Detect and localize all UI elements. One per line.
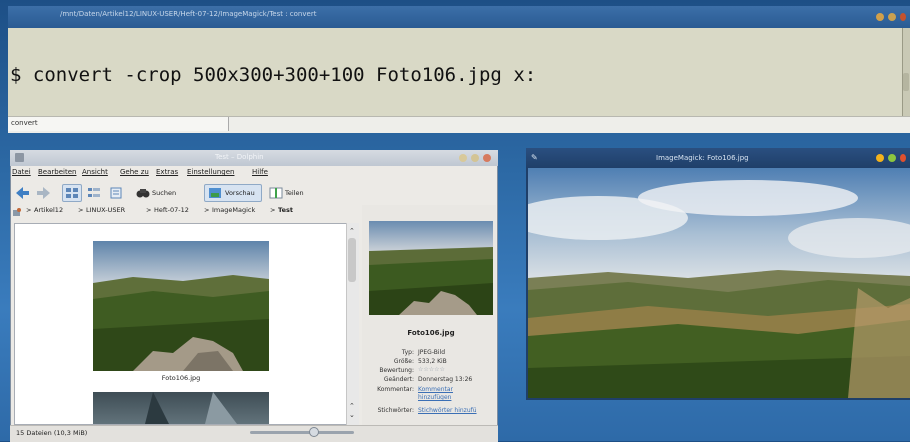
menu-gehe-zu[interactable]: Gehe zu: [120, 168, 149, 176]
info-file-name: Foto106.jpg: [407, 329, 455, 337]
scroll-up-small-arrow-icon[interactable]: ⌃: [349, 402, 355, 410]
imagemagick-close-button[interactable]: [900, 154, 906, 162]
search-label: Suchen: [152, 189, 177, 197]
dolphin-minimize-button[interactable]: [459, 154, 467, 162]
info-rating-label: Bewertung:: [379, 367, 414, 374]
back-arrow-icon: [16, 187, 29, 199]
close-button[interactable]: [900, 13, 906, 21]
file-view[interactable]: Foto106.jpg: [14, 223, 359, 425]
file-view-scrollbar-thumb[interactable]: [348, 238, 356, 282]
landscape-preview: [369, 221, 493, 315]
split-button[interactable]: Teilen: [266, 184, 312, 202]
split-icon: [269, 187, 283, 199]
terminal-tab-label: convert: [11, 119, 38, 127]
info-comment-label: Kommentar:: [377, 386, 414, 393]
info-type-value: JPEG-Bild: [418, 349, 446, 356]
rating-stars[interactable]: ☆☆☆☆☆: [418, 366, 445, 373]
terminal-tab[interactable]: [8, 117, 229, 131]
back-button[interactable]: [12, 184, 32, 202]
imagemagick-app-icon[interactable]: ✎: [531, 153, 538, 162]
status-text: 15 Dateien (10,3 MiB): [16, 429, 88, 437]
info-size-value: 533,2 KiB: [418, 358, 447, 365]
binoculars-icon: [136, 189, 150, 198]
info-size-label: Größe:: [393, 358, 414, 365]
konsole-window-title: /mnt/Daten/Artikel12/LINUX-USER/Heft-07-…: [60, 10, 317, 18]
preview-button[interactable]: Vorschau: [204, 184, 262, 202]
dolphin-maximize-button[interactable]: [471, 154, 479, 162]
forward-arrow-icon: [37, 187, 50, 199]
imagemagick-minimize-button[interactable]: [876, 154, 884, 162]
preview-label: Vorschau: [225, 189, 255, 197]
minimize-button[interactable]: [876, 13, 884, 21]
breadcrumb-imagemagick[interactable]: ImageMagick: [212, 206, 255, 214]
file-thumbnail[interactable]: [93, 241, 269, 371]
icons-view-icon: [66, 188, 78, 198]
menu-bearbeiten[interactable]: Bearbeiten: [38, 168, 76, 176]
forward-button[interactable]: [34, 184, 54, 202]
terminal-scrollbar[interactable]: [902, 28, 910, 116]
file-thumbnail-2[interactable]: [93, 392, 269, 424]
preview-icon: [209, 188, 221, 198]
breadcrumb-heft[interactable]: Heft-07-12: [154, 206, 189, 214]
icons-view-button[interactable]: [62, 184, 82, 202]
scroll-down-arrow-icon[interactable]: ⌄: [349, 411, 355, 419]
cropped-photo-display[interactable]: [528, 168, 910, 398]
menu-ansicht[interactable]: Ansicht: [82, 168, 108, 176]
add-tags-link[interactable]: Stichwörter hinzufü: [418, 407, 477, 414]
menu-extras[interactable]: Extras: [156, 168, 178, 176]
split-label: Teilen: [285, 189, 304, 197]
add-comment-link[interactable]: Kommentar hinzufügen: [418, 386, 458, 402]
details-view-button[interactable]: [106, 184, 126, 202]
breadcrumb-current[interactable]: Test: [278, 206, 293, 214]
scroll-up-arrow-icon[interactable]: ⌃: [349, 227, 355, 235]
menu-hilfe[interactable]: Hilfe: [252, 168, 268, 176]
landscape-photo: [528, 168, 910, 398]
terminal-command-line: $ convert -crop 500x300+300+100 Foto106.…: [10, 64, 537, 86]
compact-view-button[interactable]: [84, 184, 104, 202]
zoom-slider[interactable]: [250, 431, 354, 434]
terminal-scrollbar-thumb[interactable]: [903, 73, 909, 91]
breadcrumb-artikel12[interactable]: Artikel12: [34, 206, 63, 214]
dolphin-window-title: Test – Dolphin: [215, 153, 264, 161]
menu-datei[interactable]: Datei: [12, 168, 31, 176]
info-modified-label: Geändert:: [383, 376, 414, 383]
info-preview-image: [369, 221, 493, 315]
dolphin-app-icon[interactable]: [15, 153, 24, 162]
file-name[interactable]: Foto106.jpg: [93, 374, 269, 382]
landscape-photo-thumbnail: [93, 241, 269, 371]
places-icon: [13, 208, 21, 216]
search-button[interactable]: Suchen: [132, 184, 184, 202]
breadcrumb-linux-user[interactable]: LINUX-USER: [86, 206, 125, 214]
compact-view-icon: [88, 188, 100, 197]
imagemagick-window-title: ImageMagick: Foto106.jpg: [656, 154, 749, 162]
menu-einstellungen[interactable]: Einstellungen: [187, 168, 234, 176]
info-tags-label: Stichwörter:: [377, 407, 414, 414]
maximize-button[interactable]: [888, 13, 896, 21]
photo-thumbnail-2: [145, 392, 237, 424]
imagemagick-maximize-button[interactable]: [888, 154, 896, 162]
info-type-label: Typ:: [401, 349, 414, 356]
info-modified-value: Donnerstag 13:26: [418, 376, 473, 383]
details-view-icon: [110, 187, 122, 199]
dolphin-close-button[interactable]: [483, 154, 491, 162]
